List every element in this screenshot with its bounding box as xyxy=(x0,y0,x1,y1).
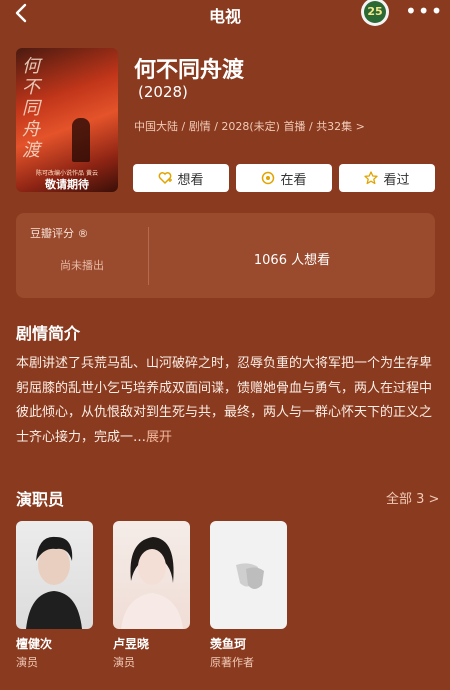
poster-calligraphy: 何不同舟渡 xyxy=(22,56,40,161)
cast-role: 原著作者 xyxy=(210,656,254,669)
show-meta-link[interactable]: 中国大陆 / 剧情 / 2028(未定) 首播 / 共32集 > xyxy=(134,118,365,134)
poster-coming-soon: 敬请期待 xyxy=(45,178,89,191)
synopsis-heading: 剧情简介 xyxy=(16,324,81,343)
synopsis-body: 本剧讲述了兵荒马乱、山河破碎之时，忍辱负重的大将军把一个为生存卑躬屈膝的乱世小乞… xyxy=(16,356,433,445)
cast-photo xyxy=(16,521,93,629)
rating-status: 尚未播出 xyxy=(60,259,104,272)
person-portrait-icon xyxy=(26,536,82,629)
want-to-watch-label: 想看 xyxy=(177,172,204,188)
theater-masks-icon xyxy=(236,563,264,589)
target-icon xyxy=(262,171,275,185)
cast-member[interactable]: 檀健次 演员 xyxy=(16,521,93,670)
cast-member[interactable]: 羡鱼珂 原著作者 xyxy=(210,521,287,670)
rating-card[interactable]: 豆瓣评分 ® 尚未播出 1066 人想看 xyxy=(16,213,435,298)
poster-figure xyxy=(72,118,90,162)
cast-role: 演员 xyxy=(16,656,38,669)
heart-plus-icon xyxy=(159,172,173,185)
poster-image[interactable]: 何不同舟渡 陈可改编小说作品 黄云 敬请期待 xyxy=(16,48,118,192)
douban-rating-label: 豆瓣评分 ® xyxy=(30,227,89,240)
watching-button[interactable]: 在看 xyxy=(236,164,332,192)
cast-role: 演员 xyxy=(113,656,135,669)
synopsis-text: 本剧讲述了兵荒马乱、山河破碎之时，忍辱负重的大将军把一个为生存卑躬屈膝的乱世小乞… xyxy=(16,352,432,450)
top-bar: 电视 25 ••• xyxy=(0,0,450,28)
cast-photo xyxy=(113,521,190,629)
cast-member[interactable]: 卢昱晓 演员 xyxy=(113,521,190,670)
expand-link[interactable]: 展开 xyxy=(146,430,172,445)
watched-button[interactable]: 看过 xyxy=(339,164,435,192)
cast-name: 卢昱晓 xyxy=(113,637,150,651)
badge-number: 25 xyxy=(364,1,386,23)
star-icon xyxy=(364,171,379,185)
watching-label: 在看 xyxy=(280,172,307,188)
cast-name: 檀健次 xyxy=(16,637,53,651)
person-portrait-icon xyxy=(121,537,183,629)
cast-heading: 演职员 xyxy=(16,490,65,509)
show-title: 何不同舟渡 xyxy=(134,58,245,83)
view-all-cast-link[interactable]: 全部 3 > xyxy=(386,488,439,507)
watched-label: 看过 xyxy=(383,172,410,188)
want-to-watch-button[interactable]: 想看 xyxy=(133,164,229,192)
cast-name: 羡鱼珂 xyxy=(210,637,247,651)
show-year: (2028) xyxy=(138,83,188,101)
want-to-watch-count: 1066 人想看 xyxy=(253,253,331,268)
cast-photo-placeholder xyxy=(210,521,287,629)
more-options-icon[interactable]: ••• xyxy=(405,1,442,24)
